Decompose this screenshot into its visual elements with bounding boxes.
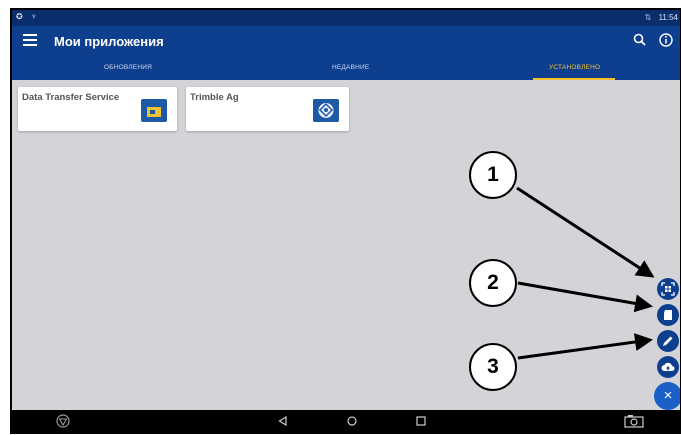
trimble-logo-icon[interactable] [56, 414, 70, 428]
edit-pencil-icon [663, 336, 673, 346]
qr-scan-icon [661, 282, 675, 296]
sd-card-icon [664, 310, 672, 320]
app-card-data-transfer-service[interactable]: Data Transfer Service [18, 87, 177, 131]
page-title: Мои приложения [54, 34, 164, 49]
signal-icon: ⇅ [644, 13, 654, 22]
clock: 11:54 [658, 13, 678, 22]
tab-installed[interactable]: УСТАНОВЛЕНО [549, 64, 600, 71]
callout-1-arrow [516, 186, 655, 278]
callout-1: 1 [469, 151, 517, 199]
callout-3-arrow [517, 333, 653, 360]
back-icon[interactable] [276, 414, 290, 428]
qr-scan-button[interactable] [657, 278, 679, 300]
close-fab-button[interactable]: × [654, 382, 680, 410]
edit-button[interactable] [657, 330, 679, 352]
tab-updates[interactable]: ОБНОВЛЕНИЯ [104, 64, 152, 71]
home-icon[interactable] [345, 414, 359, 428]
app-card-title: Data Transfer Service [22, 92, 120, 103]
tab-recent[interactable]: НЕДАВНИЕ [332, 64, 369, 71]
search-icon[interactable] [632, 32, 648, 48]
menu-icon[interactable] [23, 34, 37, 46]
callout-2-arrow [517, 281, 653, 313]
callout-2: 2 [469, 259, 517, 307]
trimble-ag-icon [313, 99, 339, 122]
data-transfer-icon [141, 99, 167, 122]
app-bar: Мои приложения ОБНОВЛЕНИЯ НЕДАВНИЕ УСТАН… [12, 26, 680, 80]
status-bar: ✪ ♆ ⇅ 11:54 [12, 10, 680, 26]
cloud-upload-button[interactable] [657, 356, 679, 378]
notification-icons: ✪ ♆ [16, 12, 40, 21]
android-nav-bar [12, 410, 680, 432]
callout-3: 3 [469, 343, 517, 391]
status-right: ⇅ 11:54 [645, 13, 678, 22]
sd-card-button[interactable] [657, 304, 679, 326]
cloud-upload-icon [661, 362, 675, 371]
info-icon[interactable] [658, 32, 674, 48]
screenshot-camera-icon[interactable] [624, 414, 644, 428]
tablet-screen: ✪ ♆ ⇅ 11:54 Мои приложения ОБНОВЛЕНИЯ НЕ… [10, 8, 681, 434]
app-card-trimble-ag[interactable]: Trimble Ag [186, 87, 349, 131]
app-card-title: Trimble Ag [190, 92, 239, 103]
recents-icon[interactable] [414, 414, 428, 428]
active-tab-indicator [533, 78, 615, 80]
